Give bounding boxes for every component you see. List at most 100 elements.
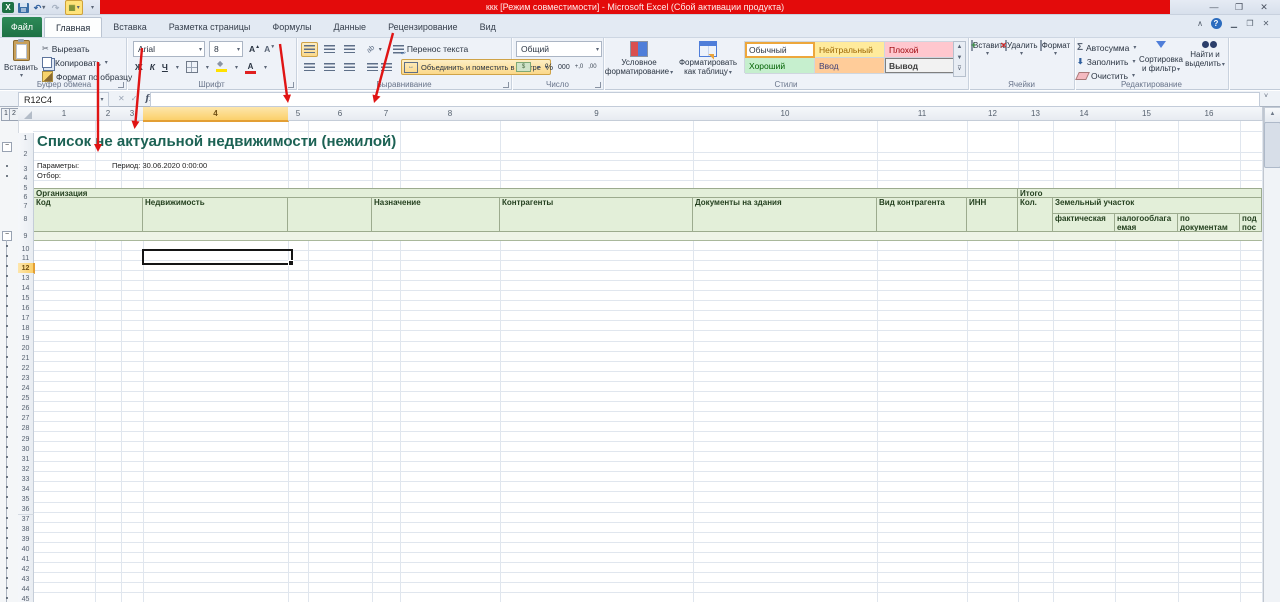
window-close-button[interactable]: ✕ [1253, 1, 1275, 13]
workbook-close-button[interactable]: ✕ [1258, 17, 1274, 30]
font-name-combo[interactable]: Arial ▾ [133, 41, 205, 57]
align-left-button[interactable] [301, 60, 318, 75]
column-header-1[interactable]: 1 [33, 107, 96, 121]
qat-highlighted-tool-button[interactable]: ▦ ▾ [65, 0, 83, 15]
style-neutral[interactable]: Нейтральный [815, 42, 885, 58]
find-select-button[interactable]: Найти и выделить▾ [1185, 41, 1225, 70]
column-header-8[interactable]: 8 [400, 107, 501, 121]
number-dialog-launcher-icon[interactable] [595, 82, 601, 88]
tab-5[interactable]: Данные [323, 17, 378, 37]
grow-font-button[interactable]: А▲ [249, 44, 260, 54]
row-header-8[interactable]: 8 [18, 211, 34, 228]
row-header-9[interactable]: 9 [18, 227, 34, 246]
orientation-icon[interactable]: ab [366, 44, 376, 54]
window-maximize-button[interactable]: ❐ [1228, 1, 1250, 13]
tab-3[interactable]: Разметка страницы [158, 17, 262, 37]
align-bottom-button[interactable] [341, 42, 358, 57]
file-tab[interactable]: Файл [2, 17, 42, 37]
column-header-16[interactable]: 16 [1178, 107, 1241, 121]
tab-1[interactable]: Главная [44, 17, 103, 37]
style-bad[interactable]: Плохой [885, 42, 955, 58]
shrink-font-button[interactable]: А▼ [264, 44, 275, 54]
scrollbar-up-icon[interactable]: ▲ [1264, 107, 1280, 123]
format-as-table-button[interactable]: Форматировать как таблицу▾ [674, 41, 742, 78]
sort-filter-button[interactable]: Сортировка и фильтр▾ [1139, 41, 1183, 75]
column-header-2[interactable]: 2 [95, 107, 122, 121]
conditional-formatting-button[interactable]: Условное форматирование▾ [605, 41, 673, 78]
worksheet-grid[interactable]: Организация Итого Код Недвижимость Назначени… [0, 107, 1280, 602]
column-header-6[interactable]: 6 [308, 107, 373, 121]
underline-button[interactable]: Ч [162, 62, 168, 72]
vertical-scrollbar[interactable] [1263, 107, 1280, 602]
font-size-combo[interactable]: 8 ▾ [209, 41, 243, 57]
save-button[interactable] [17, 2, 30, 14]
row-header-45[interactable]: 45 [18, 594, 34, 602]
align-middle-button[interactable] [321, 42, 338, 57]
formula-input[interactable] [150, 92, 1260, 107]
style-output[interactable]: Вывод [885, 58, 955, 74]
column-header-11[interactable]: 11 [877, 107, 968, 121]
tab-4[interactable]: Формулы [261, 17, 322, 37]
accounting-format-icon[interactable]: $ [516, 62, 531, 72]
tab-7[interactable]: Вид [469, 17, 507, 37]
decrease-indent-icon[interactable] [367, 63, 378, 71]
paste-button[interactable]: Вставить ▾ [4, 39, 38, 81]
workbook-restore-button[interactable]: ❐ [1242, 17, 1258, 30]
column-header-4[interactable]: 4 [143, 107, 289, 122]
comma-style-button[interactable]: 000 [558, 64, 570, 71]
column-header-13[interactable]: 13 [1018, 107, 1054, 121]
fill-button[interactable]: ⬇ Заполнить ▾ [1077, 55, 1135, 68]
column-header-12[interactable]: 12 [967, 107, 1019, 121]
formula-bar-expand-icon[interactable]: ˅ [1264, 93, 1268, 100]
outline-collapse-button[interactable]: − [2, 231, 12, 241]
format-cells-button[interactable]: Формат ▾ [1039, 40, 1071, 59]
font-color-icon[interactable]: А [244, 62, 256, 74]
tab-6[interactable]: Рецензирование [377, 17, 469, 37]
help-button[interactable]: ? [1208, 17, 1224, 30]
excel-logo-icon[interactable]: X [2, 2, 14, 13]
undo-button[interactable]: ↶ ▾ [33, 2, 46, 14]
workbook-minimize-button[interactable]: ▁ [1226, 17, 1242, 30]
insert-cells-button[interactable]: Вставить ▾ [971, 40, 1007, 59]
column-header-7[interactable]: 7 [372, 107, 401, 121]
outline-collapse-button[interactable]: − [2, 142, 12, 152]
window-minimize-button[interactable]: — [1203, 1, 1225, 13]
style-normal[interactable]: Обычный [745, 42, 815, 58]
align-right-button[interactable] [341, 60, 358, 75]
style-good[interactable]: Хороший [745, 58, 815, 74]
align-top-button[interactable] [301, 41, 318, 57]
delete-cells-button[interactable]: Удалить ▾ [1005, 40, 1038, 59]
copy-button[interactable]: Копировать ▾ [42, 56, 108, 69]
autosum-button[interactable]: Σ Автосумма ▾ [1077, 41, 1136, 54]
column-header-17[interactable] [1240, 107, 1263, 121]
redo-button[interactable]: ↷ [49, 2, 62, 14]
gallery-scroll[interactable]: ▲ ▼ ⊽ [953, 41, 966, 77]
name-box[interactable]: R12C4 [18, 92, 103, 107]
column-header-9[interactable]: 9 [500, 107, 694, 121]
fill-color-icon[interactable] [215, 59, 227, 72]
tab-2[interactable]: Вставка [102, 17, 157, 37]
italic-button[interactable]: К [150, 62, 155, 72]
number-format-combo[interactable]: Общий ▾ [516, 41, 602, 57]
clipboard-dialog-launcher-icon[interactable] [118, 82, 124, 88]
selected-cell[interactable] [142, 249, 294, 267]
name-box-dropdown-icon[interactable]: ▾ [96, 92, 109, 107]
column-header-14[interactable]: 14 [1053, 107, 1116, 121]
column-header-3[interactable]: 3 [121, 107, 144, 121]
column-header-10[interactable]: 10 [693, 107, 878, 121]
column-header-15[interactable]: 15 [1115, 107, 1179, 121]
percent-style-button[interactable]: % [545, 62, 553, 72]
alignment-dialog-launcher-icon[interactable] [503, 82, 509, 88]
increase-indent-icon[interactable] [381, 63, 392, 71]
borders-icon[interactable] [185, 61, 198, 73]
column-header-5[interactable]: 5 [288, 107, 309, 121]
select-all-corner[interactable] [18, 107, 34, 121]
font-dialog-launcher-icon[interactable] [288, 82, 294, 88]
wrap-text-button[interactable]: Перенос текста [392, 43, 468, 57]
decrease-decimal-button[interactable]: ,00 [588, 64, 596, 71]
style-input[interactable]: Ввод [815, 58, 885, 74]
bold-button[interactable]: Ж [135, 62, 143, 72]
scrollbar-thumb[interactable] [1264, 122, 1280, 168]
collapse-ribbon-icon[interactable]: ∧ [1192, 17, 1208, 30]
increase-decimal-button[interactable]: +,0 [575, 64, 584, 71]
